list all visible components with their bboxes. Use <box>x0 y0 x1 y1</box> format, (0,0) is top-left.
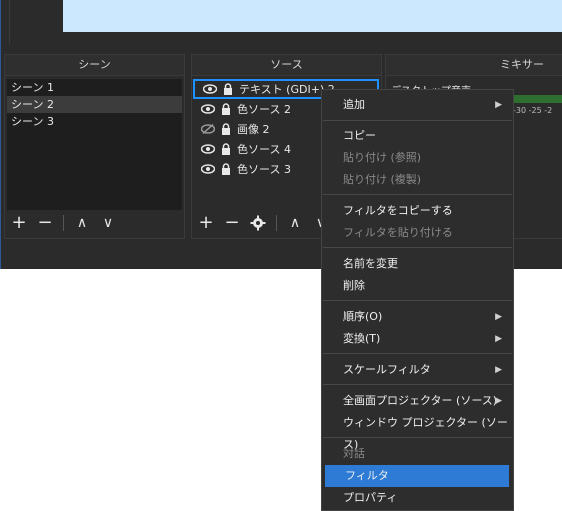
menu-item-label: 全画面プロジェクター (ソース) <box>343 394 498 407</box>
menu-item-window-projector[interactable]: ウィンドウ プロジェクター (ソース) <box>323 412 512 451</box>
preview-area <box>1 0 562 44</box>
menu-item-label: 変換(T) <box>343 332 381 345</box>
preview-canvas[interactable] <box>63 0 562 32</box>
lock-icon[interactable] <box>221 83 235 95</box>
volume-meter-scale: -30 -25 -2 <box>513 106 553 115</box>
scenes-dock-title: シーン <box>5 55 184 76</box>
menu-item-label: 順序(O) <box>343 310 383 323</box>
toolbar-divider <box>276 215 277 231</box>
submenu-arrow-icon: ▶ <box>495 396 502 406</box>
preview-divider <box>9 0 10 44</box>
submenu-arrow-icon: ▶ <box>495 312 502 322</box>
submenu-arrow-icon: ▶ <box>495 365 502 375</box>
move-source-up-button[interactable]: ∧ <box>285 213 305 233</box>
scene-item-2[interactable]: シーン 2 <box>7 96 182 113</box>
add-scene-button[interactable]: + <box>9 213 29 233</box>
lock-icon[interactable] <box>219 123 233 135</box>
remove-scene-button[interactable]: − <box>35 213 55 233</box>
scene-item-1[interactable]: シーン 1 <box>7 79 182 96</box>
menu-item-paste-filters[interactable]: フィルタを貼り付ける <box>323 222 512 244</box>
eye-icon[interactable] <box>201 103 215 115</box>
menu-item-filters[interactable]: フィルタ <box>325 465 509 487</box>
volume-meter <box>513 95 562 103</box>
menu-item-label: スケールフィルタ <box>343 363 431 376</box>
source-item-label: 色ソース 4 <box>237 143 291 156</box>
menu-item-paste-reference[interactable]: 貼り付け (参照) <box>323 147 512 169</box>
menu-separator <box>323 247 512 248</box>
menu-item-properties[interactable]: プロパティ <box>323 487 512 509</box>
menu-separator <box>323 300 512 301</box>
mixer-dock-title: ミキサー <box>386 55 562 76</box>
toolbar-divider <box>63 215 64 231</box>
menu-item-rename[interactable]: 名前を変更 <box>323 253 512 275</box>
menu-item-fullscreen-projector[interactable]: 全画面プロジェクター (ソース) ▶ <box>323 390 512 412</box>
scenes-dock: シーン シーン 1 シーン 2 シーン 3 + − ∧ ∨ <box>4 54 185 239</box>
source-item-label: 画像 2 <box>237 123 270 136</box>
sources-dock-title: ソース <box>192 55 381 76</box>
remove-source-button[interactable]: − <box>222 213 242 233</box>
source-context-menu: 追加 ▶ コピー 貼り付け (参照) 貼り付け (複製) フィルタをコピーする フ… <box>321 89 514 511</box>
eye-icon[interactable] <box>203 83 217 95</box>
menu-separator <box>323 384 512 385</box>
source-item-label: 色ソース 3 <box>237 163 291 176</box>
scene-item-3[interactable]: シーン 3 <box>7 113 182 130</box>
menu-separator <box>323 437 512 438</box>
menu-separator <box>323 353 512 354</box>
menu-item-copy-filters[interactable]: フィルタをコピーする <box>323 200 512 222</box>
submenu-arrow-icon: ▶ <box>495 334 502 344</box>
menu-item-interact[interactable]: 対話 <box>323 443 512 465</box>
move-scene-down-button[interactable]: ∨ <box>98 213 118 233</box>
menu-item-paste-duplicate[interactable]: 貼り付け (複製) <box>323 169 512 191</box>
eye-hidden-icon[interactable] <box>201 123 215 135</box>
menu-item-delete[interactable]: 削除 <box>323 275 512 297</box>
lock-icon[interactable] <box>219 103 233 115</box>
menu-item-order[interactable]: 順序(O) ▶ <box>323 306 512 328</box>
menu-separator <box>323 194 512 195</box>
menu-item-transform[interactable]: 変換(T) ▶ <box>323 328 512 350</box>
add-source-button[interactable]: + <box>196 213 216 233</box>
source-item-label: 色ソース 2 <box>237 103 291 116</box>
menu-separator <box>323 120 512 121</box>
menu-item-copy[interactable]: コピー <box>323 125 512 147</box>
menu-item-scale-filter[interactable]: スケールフィルタ ▶ <box>323 359 512 381</box>
eye-icon[interactable] <box>201 143 215 155</box>
lock-icon[interactable] <box>219 143 233 155</box>
eye-icon[interactable] <box>201 163 215 175</box>
scenes-toolbar: + − ∧ ∨ <box>9 212 180 234</box>
submenu-arrow-icon: ▶ <box>495 100 502 110</box>
gear-icon[interactable] <box>248 213 268 233</box>
move-scene-up-button[interactable]: ∧ <box>72 213 92 233</box>
lock-icon[interactable] <box>219 163 233 175</box>
menu-item-add[interactable]: 追加 ▶ <box>323 94 512 116</box>
scenes-list: シーン 1 シーン 2 シーン 3 <box>7 79 182 210</box>
menu-item-label: 追加 <box>343 98 365 111</box>
